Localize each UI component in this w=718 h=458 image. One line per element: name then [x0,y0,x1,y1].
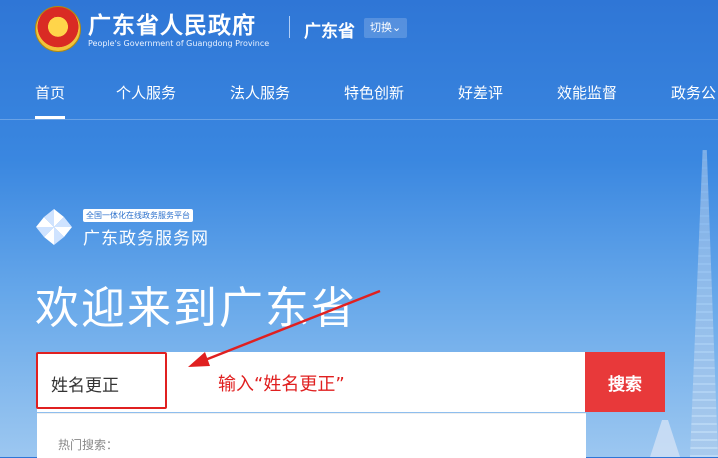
platform-name: 广东政务服务网 [83,229,209,249]
nav-divider [0,119,718,120]
hot-search-panel [37,413,586,458]
platform-tag: 全国一体化在线政务服务平台 [83,209,193,222]
annotation-instruction: 输入“姓名更正” [218,374,345,395]
nav-item-government-affairs[interactable]: 政务公 [671,82,716,103]
search-button[interactable]: 搜索 [585,352,665,412]
header-divider [289,16,290,38]
annotation-highlight-box [36,352,167,409]
nav-item-featured-innovation[interactable]: 特色创新 [344,82,404,103]
nav-item-review[interactable]: 好差评 [458,82,503,103]
hot-search-label: 热门搜索： [58,438,119,452]
header: ★ 广东省人民政府 People's Government of Guangdo… [0,0,718,60]
current-province: 广东省 [304,22,355,42]
province-switch-button[interactable]: 切换⌄ [364,18,408,38]
national-emblem-logo: ★ [35,6,81,52]
nav-item-personal-services[interactable]: 个人服务 [116,82,176,103]
canton-tower-illustration [690,150,718,457]
building-illustration [650,420,680,457]
main-nav: 首页 个人服务 法人服务 特色创新 好差评 效能监督 政务公 [0,72,718,119]
pinwheel-logo-icon [36,209,72,245]
nav-item-home[interactable]: 首页 [35,82,66,119]
switch-label: 切换 [370,21,392,34]
nav-item-efficiency-supervision[interactable]: 效能监督 [557,82,617,103]
welcome-heading: 欢迎来到广东省 [35,283,357,334]
site-subtitle: People's Government of Guangdong Provinc… [88,39,270,48]
site-title[interactable]: 广东省人民政府 [88,6,256,40]
chevron-down-icon: ⌄ [392,21,402,34]
nav-item-legal-entity-services[interactable]: 法人服务 [230,82,290,103]
